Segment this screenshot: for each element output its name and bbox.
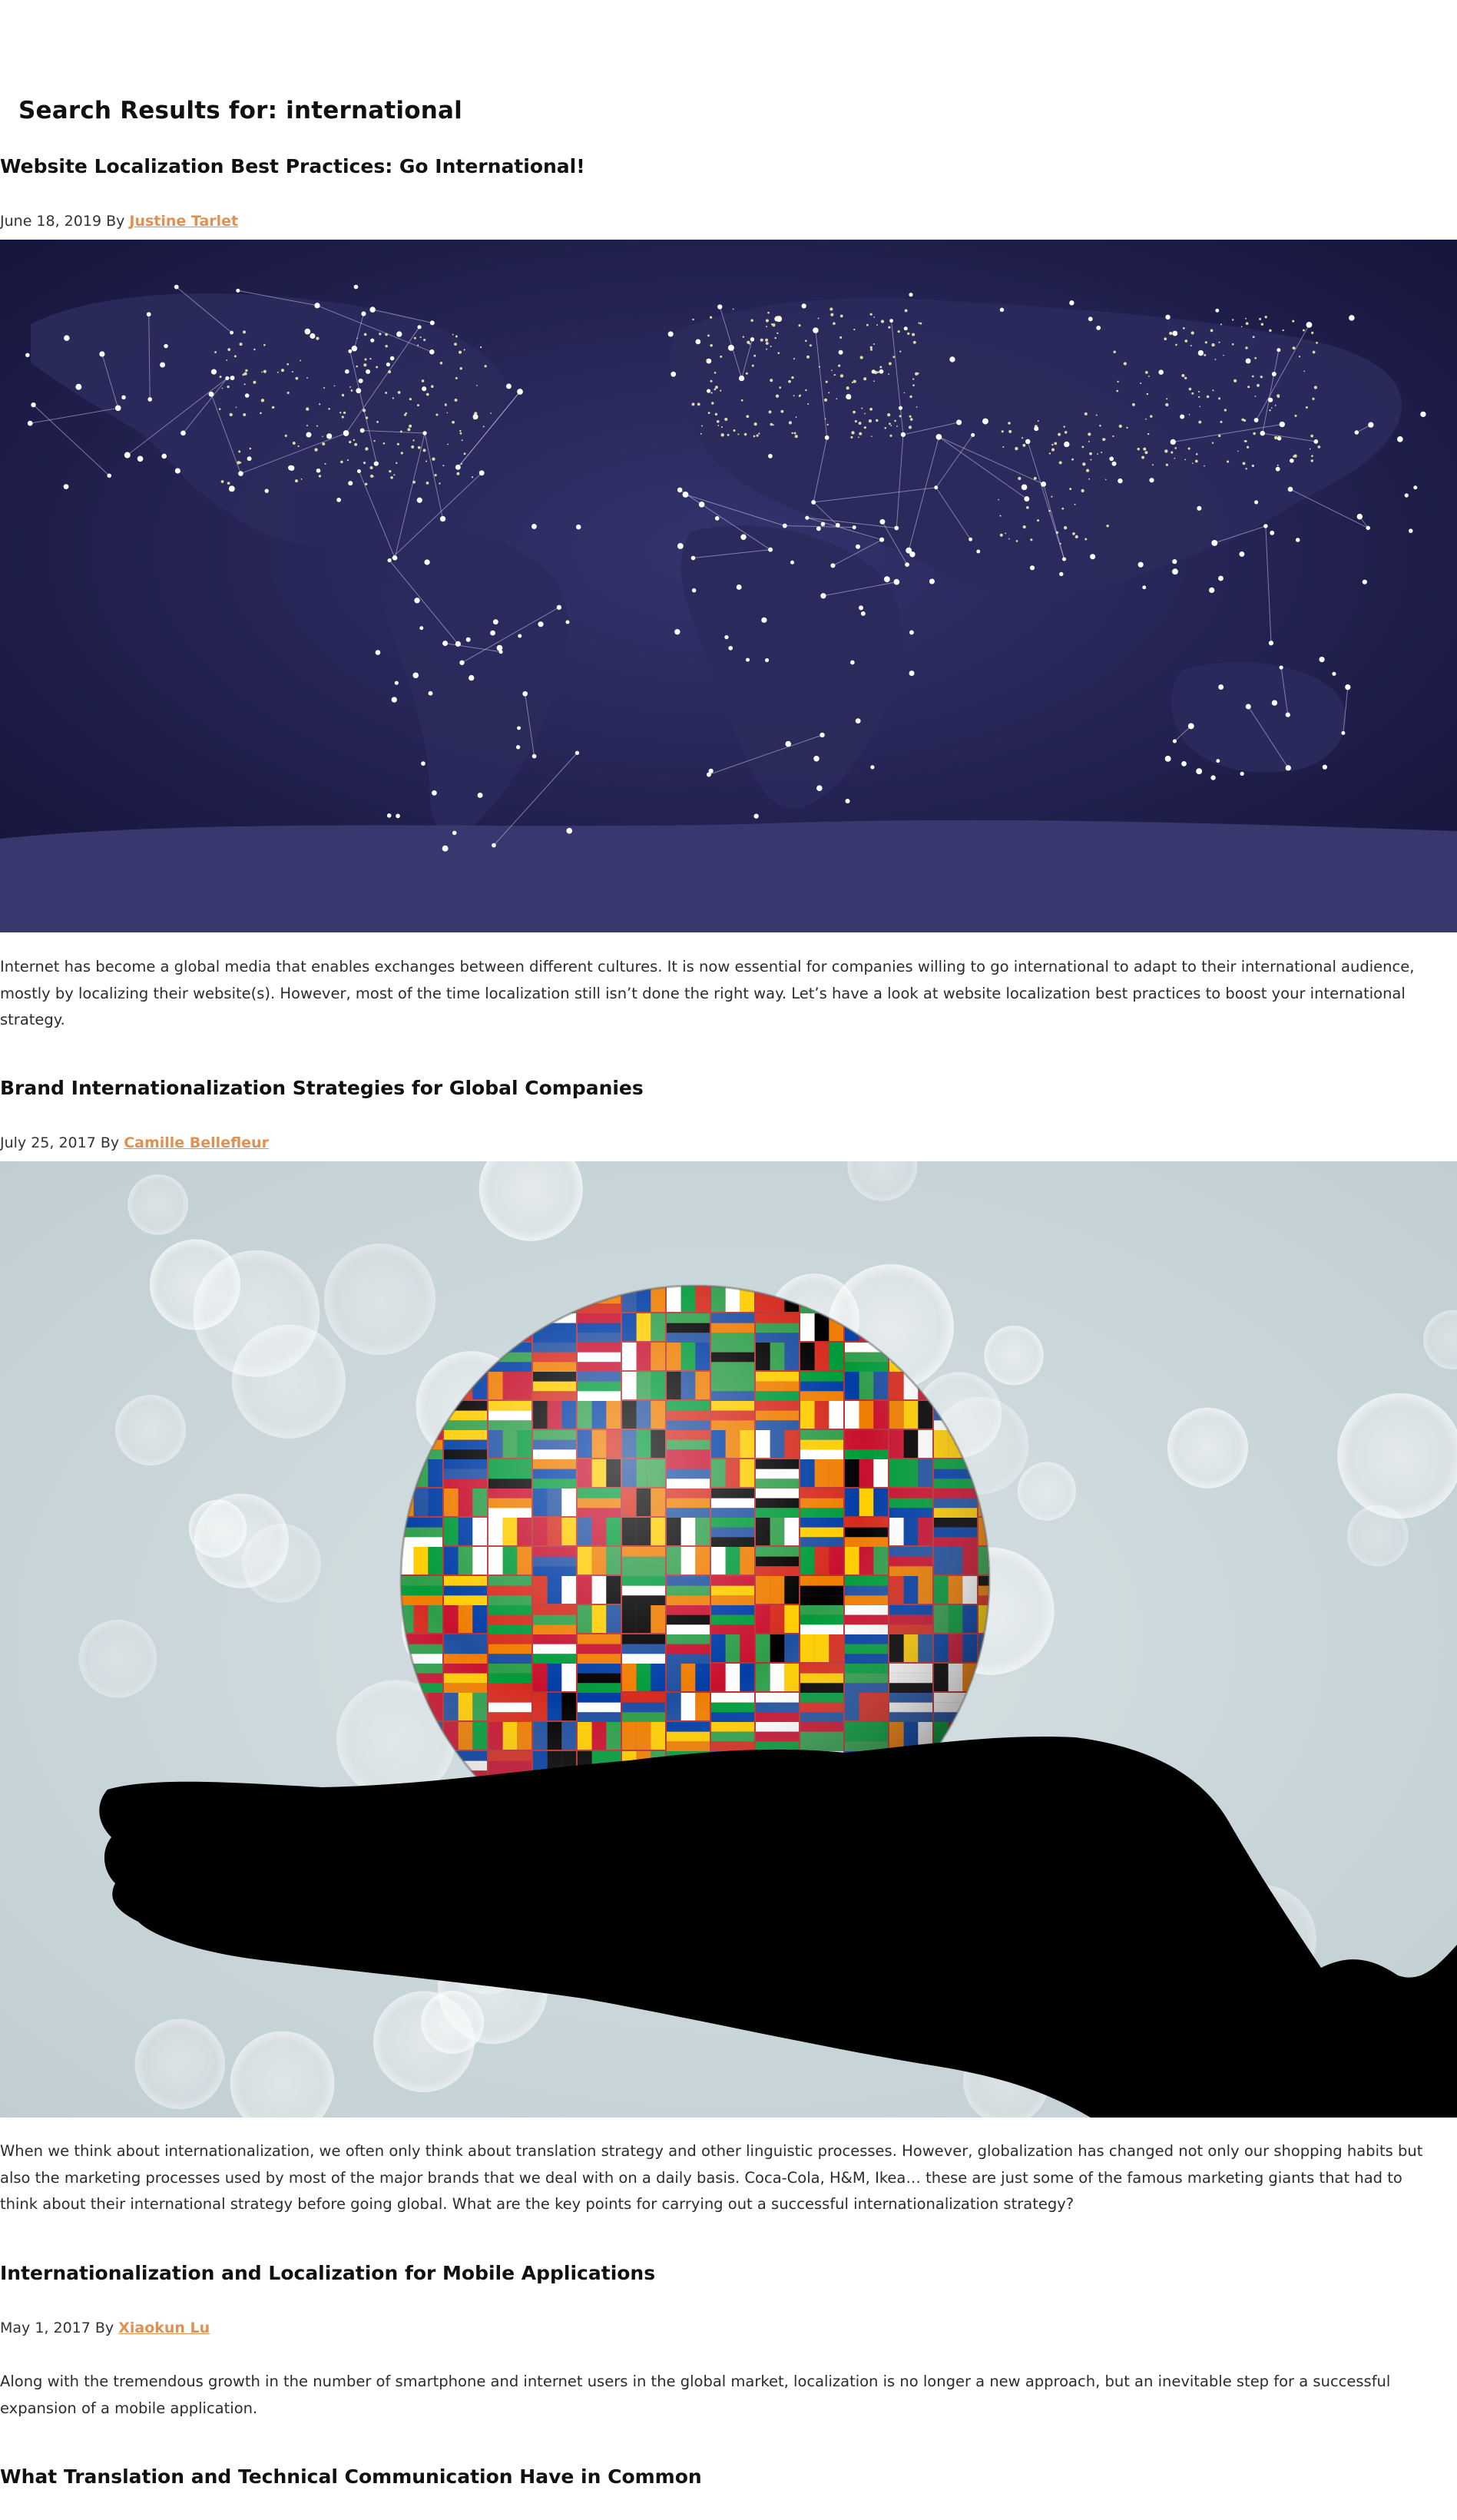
flag-globe-in-hand-image[interactable] — [0, 1161, 1457, 2118]
post-by: By — [106, 213, 125, 230]
post-date: May 1, 2017 — [0, 2320, 91, 2336]
search-results-page: Search Results for: international Websit… — [0, 0, 1457, 2520]
post-by: By — [94, 2320, 114, 2336]
author-link[interactable]: Justine Tarlet — [129, 213, 238, 230]
post-by: By — [100, 1134, 120, 1151]
post-meta: June 18, 2019 By Justine Tarlet — [0, 213, 238, 230]
world-network-map-image[interactable] — [0, 240, 1457, 932]
post-date: June 18, 2019 — [0, 213, 102, 230]
post-excerpt: Along with the tremendous growth in the … — [0, 2373, 1391, 2417]
post-meta: May 1, 2017 By Xiaokun Lu — [0, 2320, 210, 2337]
post-title-link[interactable]: What Translation and Technical Communica… — [0, 2465, 702, 2489]
post-meta: July 25, 2017 By Camille Bellefleur — [0, 1134, 269, 1152]
post-excerpt: Internet has become a global media that … — [0, 958, 1415, 1028]
post-date: July 25, 2017 — [0, 1134, 96, 1151]
post-excerpt: When we think about internationalization… — [0, 2142, 1423, 2213]
post-title-link[interactable]: Internationalization and Localization fo… — [0, 2262, 655, 2285]
post-title-link[interactable]: Brand Internationalization Strategies fo… — [0, 1077, 644, 1100]
author-link[interactable]: Camille Bellefleur — [124, 1134, 269, 1151]
post-title-link[interactable]: Website Localization Best Practices: Go … — [0, 155, 585, 178]
search-results-heading: Search Results for: international — [18, 97, 462, 124]
author-link[interactable]: Xiaokun Lu — [118, 2320, 210, 2336]
